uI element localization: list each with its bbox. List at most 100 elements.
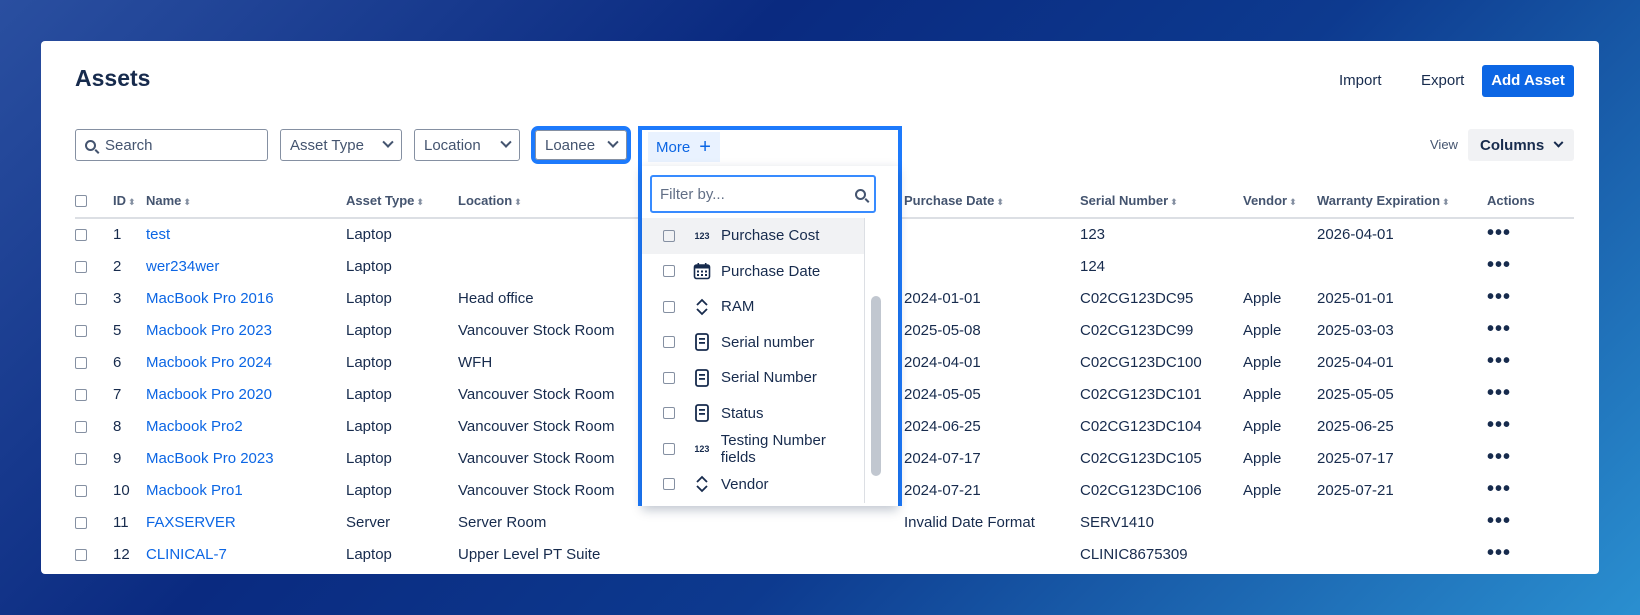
row-checkbox[interactable] [75, 229, 87, 242]
select-all-checkbox[interactable] [75, 195, 87, 208]
more-actions-icon[interactable]: ••• [1487, 222, 1511, 244]
cell-name-link[interactable]: MacBook Pro 2023 [146, 442, 346, 474]
cell-name-link[interactable]: MacBook Pro 2016 [146, 282, 346, 314]
filter-option-checkbox[interactable] [663, 371, 675, 384]
more-actions-icon[interactable]: ••• [1487, 446, 1511, 468]
select-all-header [75, 183, 113, 219]
cell-actions: ••• [1487, 346, 1574, 378]
select-icon [691, 475, 713, 493]
location-filter[interactable]: Location [414, 129, 520, 161]
filter-option-checkbox[interactable] [663, 265, 675, 278]
chevron-down-icon [607, 136, 619, 148]
cell-name-link[interactable]: Macbook Pro1 [146, 474, 346, 506]
cell-name-link[interactable]: Macbook Pro 2023 [146, 314, 346, 346]
row-checkbox[interactable] [75, 420, 87, 433]
row-select [75, 442, 113, 474]
chevron-down-icon [1553, 137, 1564, 148]
filter-option[interactable]: Serial number [642, 325, 864, 361]
filter-option-checkbox[interactable] [663, 478, 675, 491]
filter-option[interactable]: Vendor [642, 467, 864, 503]
more-actions-icon[interactable]: ••• [1487, 254, 1511, 276]
filter-option-checkbox[interactable] [663, 407, 675, 420]
filter-option[interactable]: 123 Purchase Cost [642, 218, 864, 254]
cell-purchase-date: 2024-04-01 [904, 353, 981, 371]
filter-option[interactable]: Status [642, 396, 864, 432]
header-warranty-expiration[interactable]: Warranty Expiration ⬍ [1317, 183, 1487, 219]
filter-option-checkbox[interactable] [663, 442, 675, 455]
filter-option-checkbox[interactable] [663, 336, 675, 349]
cell-id: 10 [113, 481, 130, 499]
columns-button[interactable]: Columns [1468, 129, 1574, 161]
row-checkbox[interactable] [75, 452, 87, 465]
row-select [75, 250, 113, 282]
filter-option-checkbox[interactable] [663, 229, 675, 242]
more-actions-icon[interactable]: ••• [1487, 478, 1511, 500]
row-checkbox[interactable] [75, 260, 87, 273]
cell-name-link[interactable]: test [146, 218, 346, 250]
row-checkbox[interactable] [75, 356, 87, 369]
header-name[interactable]: Name ⬍ [146, 183, 346, 219]
row-checkbox[interactable] [75, 516, 87, 529]
cell-name-link[interactable]: Macbook Pro2 [146, 410, 346, 442]
header-location[interactable]: Location ⬍ [458, 183, 638, 219]
document-icon [691, 404, 713, 423]
cell-purchase-date: 2024-06-25 [904, 417, 981, 435]
search-input[interactable]: Search [75, 129, 268, 161]
header-asset-type[interactable]: Asset Type ⬍ [346, 183, 458, 219]
more-actions-icon[interactable]: ••• [1487, 510, 1511, 532]
row-checkbox[interactable] [75, 484, 87, 497]
row-checkbox[interactable] [75, 292, 87, 305]
cell-location: Vancouver Stock Room [458, 385, 615, 403]
filter-option-label: Serial number [721, 333, 815, 351]
export-button[interactable]: Export [1421, 65, 1464, 97]
filter-option[interactable]: Purchase Date [642, 254, 864, 290]
cell-name-link[interactable]: Macbook Pro 2020 [146, 378, 346, 410]
more-actions-icon[interactable]: ••• [1487, 414, 1511, 436]
asset-type-filter[interactable]: Asset Type [280, 129, 402, 161]
more-actions-icon[interactable]: ••• [1487, 542, 1511, 564]
filter-option-label: RAM [721, 298, 755, 316]
add-asset-button[interactable]: Add Asset [1482, 65, 1574, 97]
columns-label: Columns [1480, 136, 1545, 154]
scrollbar-thumb[interactable] [871, 296, 881, 476]
cell-actions: ••• [1487, 282, 1574, 314]
cell-name-link[interactable]: FAXSERVER [146, 506, 346, 538]
filter-option[interactable]: Serial Number [642, 360, 864, 396]
cell-name-link[interactable]: wer234wer [146, 250, 346, 282]
more-actions-icon[interactable]: ••• [1487, 318, 1511, 340]
header-purchase-date[interactable]: Purchase Date ⬍ [904, 183, 1080, 219]
cell-actions: ••• [1487, 506, 1574, 538]
header-vendor[interactable]: Vendor ⬍ [1243, 183, 1317, 219]
filter-option-label: Testing Number fields [720, 431, 826, 466]
cell-location: Upper Level PT Suite [458, 545, 601, 563]
filter-by-input[interactable]: Filter by... [650, 175, 876, 213]
filter-option[interactable]: RAM [642, 289, 864, 325]
filter-option-checkbox[interactable] [663, 300, 675, 313]
cell-asset-type: Laptop [346, 449, 392, 467]
more-actions-icon[interactable]: ••• [1487, 382, 1511, 404]
row-select [75, 346, 113, 378]
more-button[interactable]: More + [648, 132, 720, 162]
chevron-down-icon [500, 136, 512, 148]
more-actions-icon[interactable]: ••• [1487, 350, 1511, 372]
cell-vendor [1243, 218, 1317, 250]
loanee-filter[interactable]: Loanee [531, 126, 631, 164]
filter-by-placeholder: Filter by... [660, 185, 725, 203]
header-id[interactable]: ID ⬍ [113, 183, 146, 219]
cell-warranty: 2025-01-01 [1317, 289, 1394, 307]
more-actions-icon[interactable]: ••• [1487, 286, 1511, 308]
search-placeholder: Search [105, 136, 153, 154]
cell-serial-number: C02CG123DC100 [1080, 353, 1202, 371]
row-checkbox[interactable] [75, 548, 87, 561]
filter-option-label: Status [721, 404, 764, 422]
cell-name-link[interactable]: Macbook Pro 2024 [146, 346, 346, 378]
header-serial-number[interactable]: Serial Number ⬍ [1080, 183, 1243, 219]
filter-option[interactable]: 123 Testing Number fields [642, 431, 864, 467]
row-checkbox[interactable] [75, 324, 87, 337]
filter-options-list: 123 Purchase Cost Purchase Date RAM Serial n… [642, 218, 864, 502]
import-button[interactable]: Import [1339, 65, 1382, 97]
cell-actions: ••• [1487, 378, 1574, 410]
cell-actions: ••• [1487, 538, 1574, 570]
row-checkbox[interactable] [75, 388, 87, 401]
cell-name-link[interactable]: CLINICAL-7 [146, 538, 346, 570]
